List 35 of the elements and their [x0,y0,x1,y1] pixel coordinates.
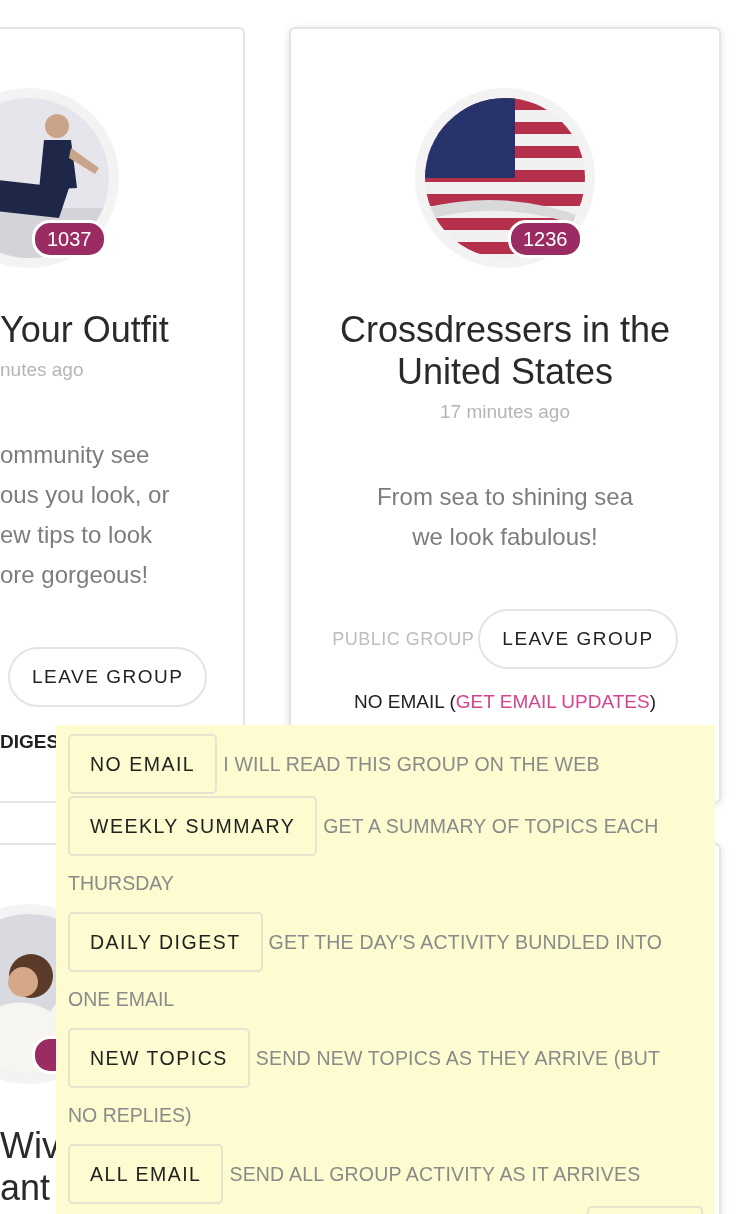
group-description: ew tips to look [0,520,153,550]
email-setting-label: ) [649,691,656,712]
option-description: SEND ALL GROUP ACTIVITY AS IT ARRIVES [229,1162,641,1186]
group-title: ant [0,1168,51,1208]
group-time: nutes ago [0,358,84,382]
email-option-button[interactable]: NO EMAIL [68,734,218,794]
group-title: Crossdressers in the [339,310,671,350]
email-option-button[interactable]: ALL EMAIL [68,1144,224,1204]
group-title: Your Outfit [0,310,169,350]
group-description: ommunity see [0,440,150,470]
option-description: GET A SUMMARY OF TOPICS EACH [323,814,659,838]
group-title: United States [396,352,614,392]
group-title: Wiv [0,1126,60,1166]
leave-group-button[interactable]: LEAVE GROUP [8,647,208,707]
option-description: ONE EMAIL [68,987,176,1012]
member-count: 1037 [32,220,107,258]
email-updates-link[interactable]: GET EMAIL UPDATES [455,691,650,712]
group-description: From sea to shining sea [376,482,634,512]
email-option-button[interactable]: WEEKLY SUMMARY [68,796,318,856]
option-description: I WILL READ THIS GROUP ON THE WEB [223,752,600,776]
option-description: SEND NEW TOPICS AS THEY ARRIVE (BUT [255,1046,661,1070]
group-time: 17 minutes ago [440,400,570,424]
option-description: THURSDAY [68,871,175,896]
option-description: NO REPLIES) [68,1103,193,1128]
group-description: ore gorgeous! [0,560,149,590]
email-setting-label: NO EMAIL ( [354,691,456,712]
option-description: GET THE DAY'S ACTIVITY BUNDLED INTO [268,930,663,954]
group-description: ous you look, or [0,480,170,510]
email-setting: DIGES [0,731,60,753]
privacy-label: PUBLIC GROUP [332,628,475,650]
leave-group-button[interactable]: LEAVE GROUP [478,609,678,669]
email-option-button[interactable]: NEW TOPICS [68,1028,250,1088]
member-count: 1236 [508,220,583,258]
group-description: we look fabulous! [412,522,598,552]
email-option-button[interactable]: DAILY DIGEST [68,912,263,972]
